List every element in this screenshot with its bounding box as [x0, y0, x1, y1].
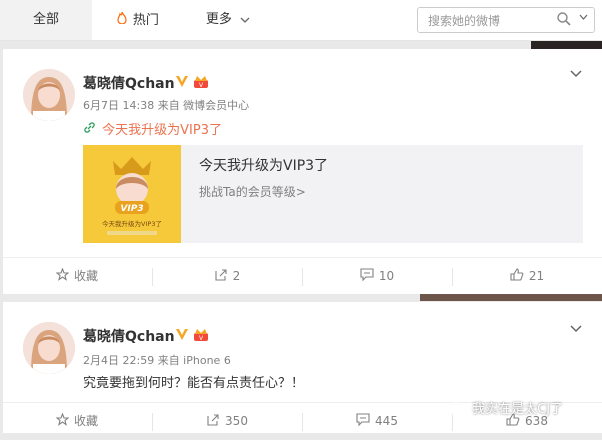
feed-post: 葛晓倩Qchan V 6月7日 14:38 来自 微博会员中心 今天我升级为VI…: [3, 49, 602, 294]
comment-button[interactable]: 10: [303, 258, 451, 294]
post-text[interactable]: 今天我升级为VIP3了: [83, 119, 222, 138]
repost-button[interactable]: 2: [153, 258, 301, 294]
tab-all-label: 全部: [32, 12, 59, 27]
share-title[interactable]: 今天我升级为VIP3了: [199, 155, 328, 175]
author-name[interactable]: 葛晓倩Qchan: [83, 326, 175, 346]
avatar[interactable]: [23, 69, 75, 121]
tab-hot-label: 热门: [132, 13, 159, 28]
favorite-button[interactable]: 收藏: [3, 403, 151, 439]
background-photo: [420, 294, 602, 301]
post-text[interactable]: 究竟要拖到何时？能否有点责任心？！: [83, 372, 304, 391]
post-meta[interactable]: 2月4日 22:59 来自 iPhone 6: [83, 352, 231, 368]
favorite-label: 收藏: [73, 269, 98, 283]
favorite-label: 收藏: [73, 414, 98, 428]
repost-button[interactable]: 350: [153, 403, 301, 439]
search-icon[interactable]: [556, 11, 572, 27]
tab-all[interactable]: 全部: [0, 0, 92, 40]
post-link-text[interactable]: 今天我升级为VIP3了: [102, 123, 222, 138]
comment-button[interactable]: 445: [303, 403, 451, 439]
search-dropdown-icon[interactable]: [579, 13, 588, 23]
favorite-button[interactable]: 收藏: [3, 258, 151, 294]
post-menu-chevron-icon[interactable]: [570, 67, 582, 82]
share-thumbnail: VIP3 今天我升级为VIP3了: [83, 145, 181, 243]
watermark: 我实在是太CJ了: [448, 399, 563, 421]
tab-more[interactable]: 更多: [198, 0, 258, 40]
like-count: 21: [528, 269, 545, 283]
comment-count: 10: [378, 269, 395, 283]
star-icon: [55, 404, 70, 440]
repost-icon: [206, 404, 220, 440]
link-icon: [83, 122, 100, 138]
comment-count: 445: [375, 414, 398, 428]
wechat-icon: [448, 401, 472, 418]
repost-count: 350: [225, 414, 248, 428]
search-input[interactable]: 搜索她的微博: [417, 7, 595, 33]
thumb-badge: VIP3: [120, 204, 143, 214]
author-name[interactable]: 葛晓倩Qchan: [83, 73, 175, 93]
like-button[interactable]: 21: [453, 258, 601, 294]
chevron-down-icon: [240, 15, 250, 26]
background-photo: [531, 41, 602, 49]
thumb-caption: 今天我升级为VIP3了: [102, 219, 162, 228]
post-menu-chevron-icon[interactable]: [570, 322, 582, 337]
top-nav-bar: 全部 热门 更多 搜索她的微博: [0, 0, 602, 41]
repost-icon: [214, 259, 228, 295]
flame-icon: [117, 11, 131, 27]
post-actions: 收藏 2 10 21: [3, 257, 602, 294]
comment-icon: [360, 259, 374, 295]
share-subtitle[interactable]: 挑战Ta的会员等级>: [199, 183, 306, 200]
avatar[interactable]: [23, 322, 75, 374]
comment-icon: [356, 404, 370, 440]
verified-v-icon[interactable]: [175, 74, 189, 88]
post-meta[interactable]: 6月7日 14:38 来自 微博会员中心: [83, 97, 249, 113]
tab-more-label: 更多: [205, 12, 232, 27]
vip-crown-icon[interactable]: V: [193, 74, 209, 89]
share-card[interactable]: VIP3 今天我升级为VIP3了 今天我升级为VIP3了 挑战Ta的会员等级>: [83, 145, 583, 243]
search-placeholder: 搜索她的微博: [428, 14, 501, 28]
verified-v-icon[interactable]: [175, 327, 189, 341]
star-icon: [55, 259, 70, 295]
watermark-text: 我实在是太CJ了: [472, 402, 564, 417]
vip-crown-icon[interactable]: V: [193, 327, 209, 342]
thumbs-up-icon: [510, 259, 524, 295]
tab-hot[interactable]: 热门: [108, 0, 168, 40]
repost-count: 2: [232, 269, 241, 283]
